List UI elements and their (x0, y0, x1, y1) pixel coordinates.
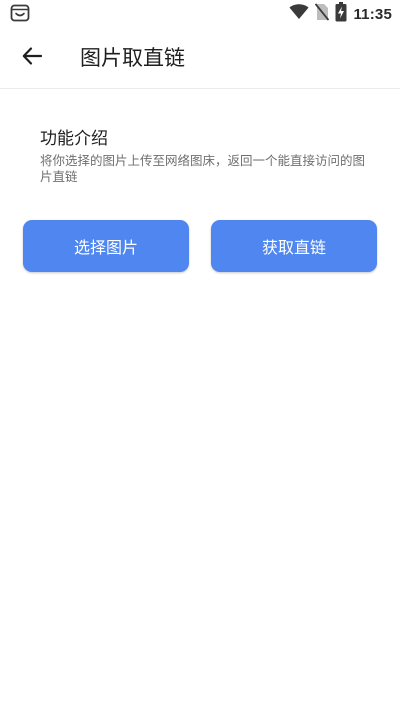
status-bar: 11:35 (0, 0, 400, 28)
battery-charging-icon (335, 2, 347, 26)
arrow-left-icon (21, 45, 43, 71)
wifi-icon (289, 4, 309, 24)
no-sim-icon (315, 3, 330, 25)
clock-time: 11:35 (353, 5, 392, 23)
feature-intro: 功能介绍 将你选择的图片上传至网络图床，返回一个能直接访问的图片直链 (40, 127, 370, 185)
get-link-button[interactable]: 获取直链 (211, 220, 377, 272)
intro-title: 功能介绍 (40, 129, 108, 149)
page-title: 图片取直链 (80, 46, 185, 70)
app-notification-icon (10, 4, 30, 22)
back-button[interactable] (14, 40, 50, 76)
app-bar: 图片取直链 (0, 28, 400, 89)
select-image-button[interactable]: 选择图片 (23, 220, 189, 272)
intro-description: 将你选择的图片上传至网络图床，返回一个能直接访问的图片直链 (40, 153, 366, 184)
